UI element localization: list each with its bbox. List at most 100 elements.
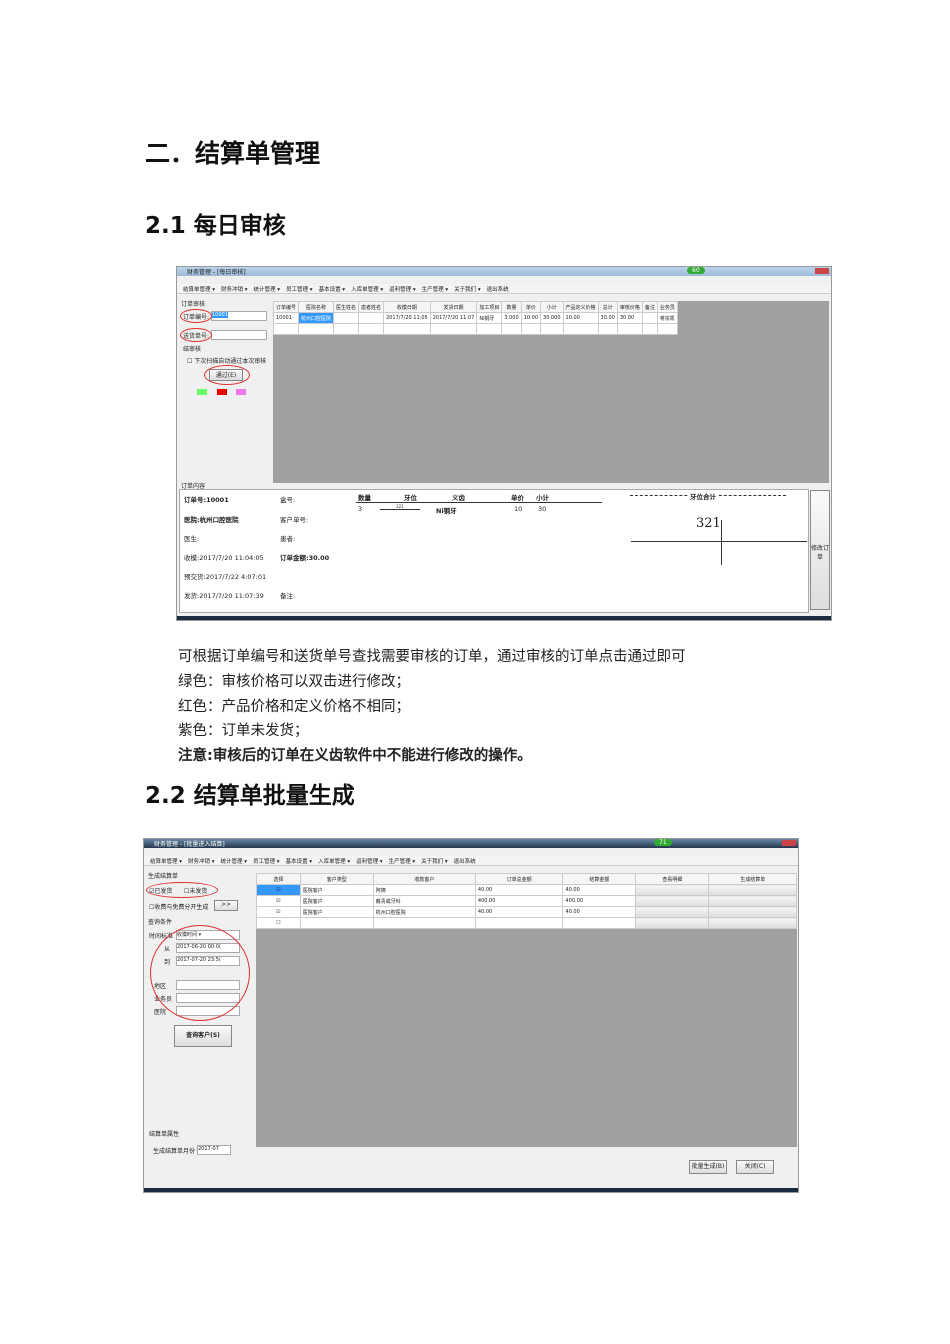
menu-item[interactable]: 关于我们 ▾: [454, 285, 481, 293]
select-checkbox[interactable]: ☑: [256, 895, 301, 907]
column-header[interactable]: 小计: [540, 301, 564, 313]
column-header[interactable]: 数量: [501, 301, 522, 313]
table-row[interactable]: ☑ 医院客户 戴青或牙科 400.00 400.00: [256, 895, 797, 907]
column-header[interactable]: 医院名称: [298, 301, 335, 313]
table-cell: 400.00: [562, 895, 637, 907]
menu-item[interactable]: 返利管理 ▾: [389, 285, 416, 293]
group-label: 订单审核: [181, 301, 206, 308]
menu-item[interactable]: 结算单管理 ▾: [150, 857, 182, 865]
batch-generate-button[interactable]: 批量生成(B): [689, 1160, 727, 1174]
expand-button[interactable]: >>: [214, 900, 238, 911]
table-cell: 30.00: [597, 312, 618, 324]
taskbar: [144, 1188, 798, 1192]
column-header[interactable]: 订单总金额: [474, 873, 564, 885]
highlight-circle: [146, 882, 218, 898]
paragraph: 可根据订单编号和送货单号查找需要审核的订单，通过审核的订单点击通过即可: [178, 649, 686, 665]
menu-item[interactable]: 退出系统: [454, 857, 476, 865]
column-header[interactable]: 选择: [256, 873, 301, 885]
column-header[interactable]: 客户类型: [299, 873, 374, 885]
hospital: 医院:杭州口腔医院: [184, 516, 239, 524]
table-row[interactable]: 10001 杭州口腔医院 2017/7/20 11:05 2017/7/20 11:0…: [272, 312, 678, 324]
menu-item[interactable]: 生产管理 ▾: [422, 285, 449, 293]
column-header[interactable]: 收模日期: [383, 301, 431, 313]
view-detail-button[interactable]: [635, 906, 710, 918]
generate-button[interactable]: [708, 906, 797, 918]
column-header[interactable]: 生成结算单: [708, 873, 797, 885]
column-header[interactable]: 查看明细: [635, 873, 710, 885]
item-subtotal: 30: [538, 505, 547, 513]
menu-item[interactable]: 入库单管理 ▾: [351, 285, 383, 293]
menu-item[interactable]: 结算单管理 ▾: [183, 285, 215, 293]
legend-purple-swatch: [236, 389, 246, 395]
menu-item[interactable]: 财务冲销 ▾: [221, 285, 248, 293]
auto-pass-checkbox[interactable]: ☐ 下次扫描自动通过本次审核: [187, 356, 266, 365]
column-header[interactable]: 总计: [597, 301, 618, 313]
menu-item[interactable]: 关于我们 ▾: [421, 857, 448, 865]
generate-button[interactable]: [708, 884, 797, 896]
generate-button[interactable]: [708, 895, 797, 907]
column-header[interactable]: 结算金额: [562, 873, 637, 885]
menu-item[interactable]: 员工管理 ▾: [286, 285, 313, 293]
column-header[interactable]: 单价: [520, 301, 542, 313]
table-cell: 10.00: [562, 312, 599, 324]
table-row[interactable]: ☑ 医院客户 阿姨 40.00 40.00: [256, 884, 797, 896]
legend-red-swatch: [217, 389, 227, 395]
table-cell: [299, 917, 374, 929]
view-detail-button[interactable]: [635, 884, 710, 896]
menu-item[interactable]: 统计管理 ▾: [254, 285, 281, 293]
column-header[interactable]: 业务员: [656, 301, 678, 313]
menu-item[interactable]: 生产管理 ▾: [389, 857, 416, 865]
menu-item[interactable]: 基本设置 ▾: [286, 857, 313, 865]
table-row[interactable]: ☐: [256, 917, 797, 929]
column-header[interactable]: 订单编号: [272, 301, 300, 313]
window-titlebar: 财务管理 - [每日审核] 60: [177, 267, 831, 276]
order-no-input[interactable]: 10001: [211, 311, 267, 321]
document-page: 二．结算单管理 2.1 每日审核 财务管理 - [每日审核] 60 结算单管理 …: [0, 0, 950, 1344]
expected-delivery: 预交货:2017/7/22 4:07:01: [184, 573, 267, 581]
table-cell: 医院客户: [299, 884, 374, 896]
column-header[interactable]: 加工项目: [476, 301, 503, 313]
received-time: 收模:2017/7/20 11:04:05: [184, 554, 264, 562]
column-header[interactable]: 患者姓名: [358, 301, 385, 313]
column-header[interactable]: 医生姓名: [333, 301, 360, 313]
select-checkbox[interactable]: ☑: [256, 884, 301, 896]
table-row[interactable]: ☑ 医院客户 杭州口腔医院 40.00 40.00: [256, 906, 797, 918]
close-button[interactable]: [782, 840, 796, 846]
badge: 60: [687, 267, 705, 274]
menu-item[interactable]: 入库单管理 ▾: [318, 857, 350, 865]
menu-item[interactable]: 退出系统: [487, 285, 509, 293]
column-header[interactable]: 收款客户: [372, 873, 476, 885]
query-customer-button[interactable]: 查询客户(S): [174, 1025, 232, 1047]
view-detail-button[interactable]: [635, 917, 710, 929]
column-header[interactable]: 备注: [641, 301, 658, 313]
toolbar-strip: [144, 848, 798, 856]
modify-order-button[interactable]: 修改订单: [810, 490, 830, 610]
column-header[interactable]: 审核价格: [616, 301, 643, 313]
note-paragraph: 注意:审核后的订单在义齿软件中不能进行修改的操作。: [178, 748, 532, 764]
menu-item[interactable]: 返利管理 ▾: [356, 857, 383, 865]
close-button[interactable]: [815, 268, 829, 274]
column-header[interactable]: 产品定义价格: [562, 301, 599, 313]
item-header: 义齿: [452, 494, 465, 502]
select-checkbox[interactable]: ☐: [256, 917, 301, 929]
patient: 患者:: [280, 535, 296, 543]
order-grid: 订单编号 医院名称 医生姓名 患者姓名 收模日期 发货日期 加工项目 数量 单价 小计 产品定义价格…: [272, 301, 829, 483]
order-no: 订单号:10001: [184, 496, 229, 504]
menu-item[interactable]: 基本设置 ▾: [319, 285, 346, 293]
item-product: Ni钢牙: [436, 507, 457, 515]
select-checkbox[interactable]: ☑: [256, 906, 301, 918]
generate-button[interactable]: [708, 917, 797, 929]
delivery-no-input[interactable]: [211, 330, 267, 340]
box-no: 盒号:: [280, 496, 296, 504]
section-heading-daily-review: 2.1 每日审核: [145, 213, 286, 239]
month-spinner[interactable]: 2017-07: [197, 1145, 231, 1155]
menu-item[interactable]: 财务冲销 ▾: [188, 857, 215, 865]
menu-item[interactable]: 统计管理 ▾: [221, 857, 248, 865]
view-detail-button[interactable]: [635, 895, 710, 907]
close-dialog-button[interactable]: 关闭(C): [736, 1160, 774, 1174]
menu-item[interactable]: 员工管理 ▾: [253, 857, 280, 865]
split-checkbox[interactable]: ☐收费与免费分开生成: [149, 902, 208, 911]
group-label: 生成结算单: [148, 873, 179, 880]
column-header[interactable]: 发货日期: [429, 301, 478, 313]
tooth-total-label: 牙位合计: [688, 491, 718, 501]
